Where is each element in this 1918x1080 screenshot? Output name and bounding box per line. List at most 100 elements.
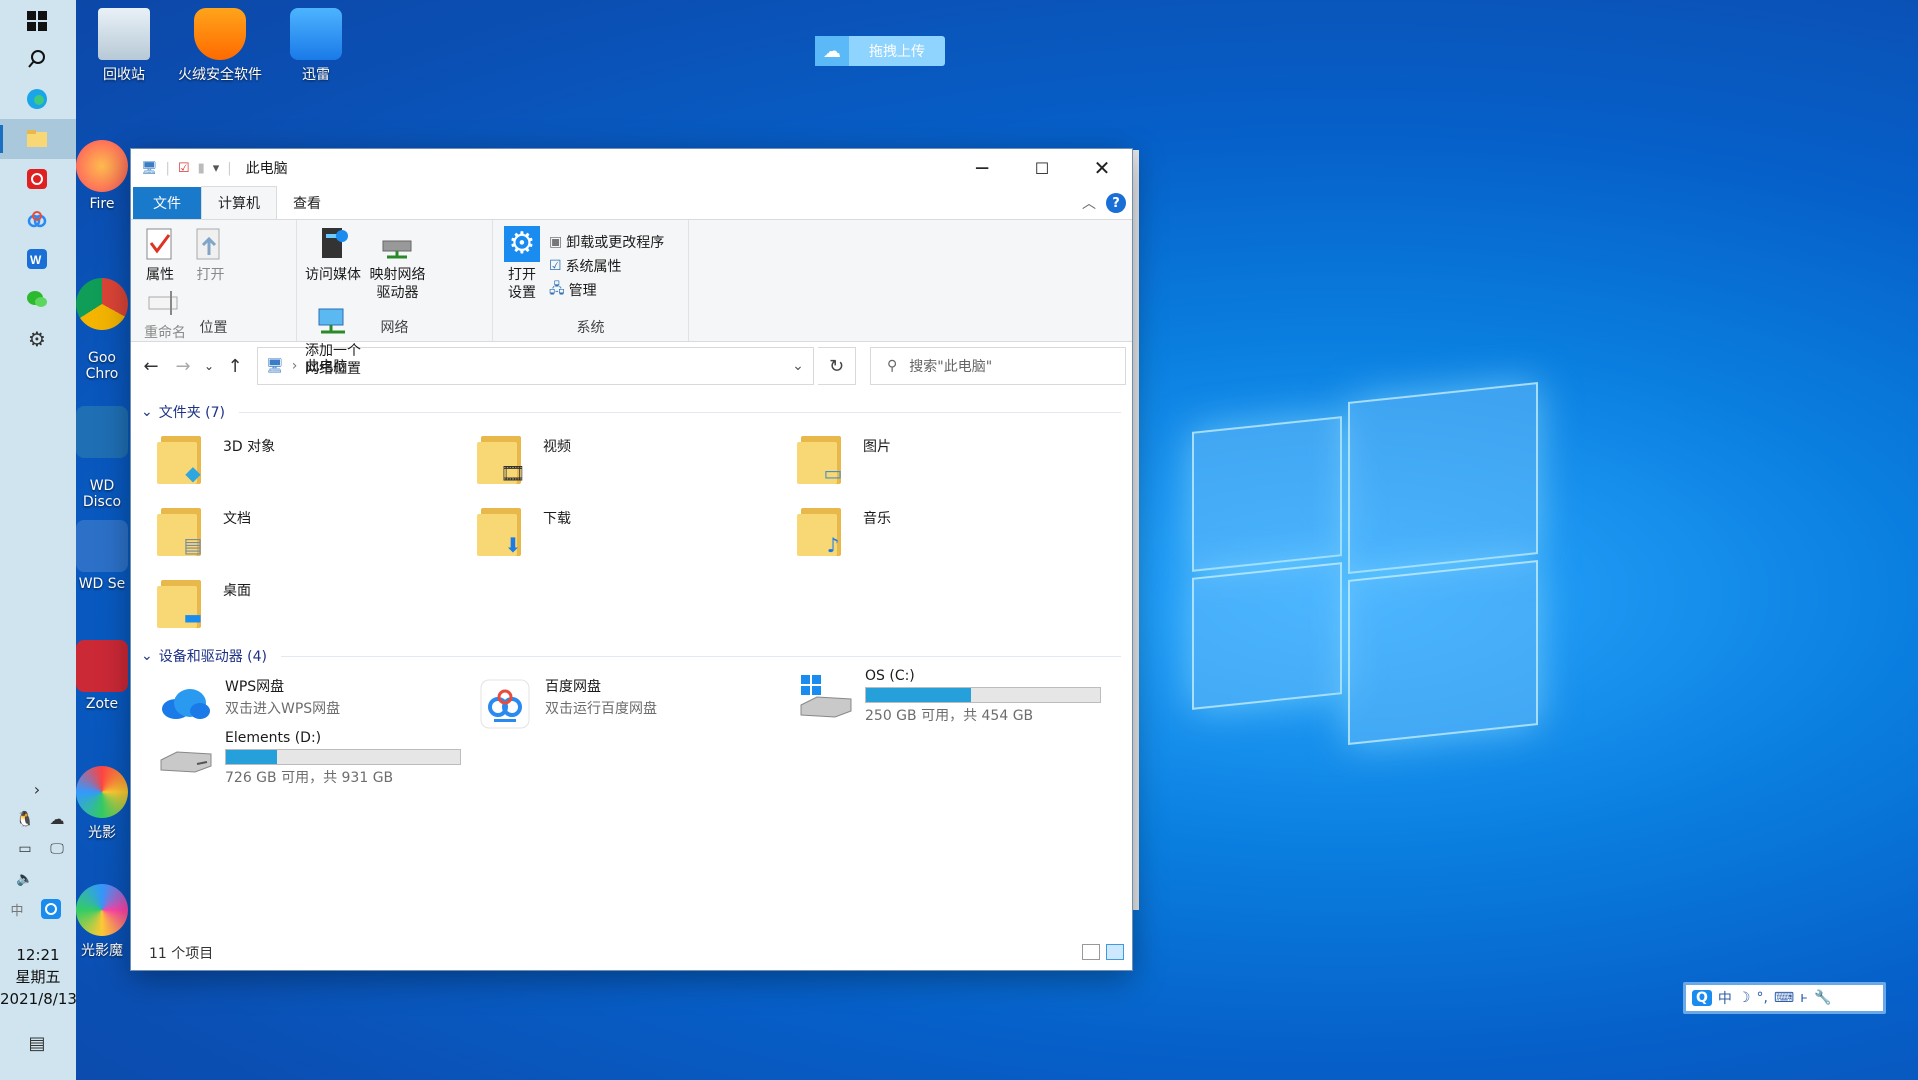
- folder-pictures[interactable]: ▭ 图片: [797, 432, 1097, 488]
- folder-desktop[interactable]: ▬ 桌面: [157, 576, 457, 632]
- folder-music[interactable]: ♪ 音乐: [797, 504, 1097, 560]
- clock[interactable]: 12:21 星期五 2021/8/13: [0, 944, 77, 1010]
- access-media-button[interactable]: 访问媒体: [303, 226, 363, 284]
- file-explorer-icon[interactable]: [22, 124, 52, 154]
- ime-logo-icon[interactable]: Q: [1692, 990, 1712, 1006]
- notification-icon[interactable]: ▤: [22, 1028, 52, 1058]
- qat-dropdown-icon[interactable]: ▾: [213, 161, 220, 176]
- wechat-icon[interactable]: [22, 284, 52, 314]
- netease-music-icon[interactable]: [22, 164, 52, 194]
- folder-name: 下载: [543, 511, 571, 527]
- wps-icon[interactable]: W: [22, 244, 52, 274]
- drive-baidu-netdisk[interactable]: 百度网盘 双击运行百度网盘: [477, 676, 777, 732]
- manage-button[interactable]: 🖧 管理: [549, 278, 664, 302]
- ime-moon-icon[interactable]: ☽: [1738, 990, 1751, 1006]
- computer-small-icon: 🖥: [266, 358, 284, 374]
- desktop-icon-label: WD Disco: [82, 478, 122, 510]
- battery-icon[interactable]: ▭: [10, 834, 40, 864]
- drive-wps-cloud[interactable]: WPS网盘 双击进入WPS网盘: [157, 676, 457, 732]
- desktop-icon-zotero[interactable]: Zote: [74, 640, 130, 712]
- folder-videos[interactable]: 🎞 视频: [477, 432, 777, 488]
- folders-section-header[interactable]: ⌄ 文件夹 (7): [141, 402, 1121, 422]
- folder-icon: ▬: [157, 576, 209, 632]
- drag-upload-label: 拖拽上传: [869, 44, 925, 60]
- desktop-icon-wd-discovery[interactable]: WD Disco: [74, 390, 130, 526]
- tab-file[interactable]: 文件: [133, 187, 201, 219]
- title-bar[interactable]: 🖥 | ☑ ▮ ▾ | 此电脑 ─ ☐ ✕: [131, 149, 1132, 187]
- tab-view[interactable]: 查看: [277, 187, 337, 219]
- desktop-icon-firefox[interactable]: Fire: [74, 140, 130, 212]
- desktop-icon-guangying[interactable]: 光影: [74, 766, 130, 842]
- ime-punctuation-icon[interactable]: °,: [1756, 990, 1767, 1006]
- minimize-button[interactable]: ─: [952, 149, 1012, 187]
- wps-cloud-icon: [157, 676, 213, 732]
- folder-name: 文档: [223, 511, 251, 527]
- desktop-icon-chrome[interactable]: Goo Chro: [74, 262, 130, 398]
- edge-icon[interactable]: [22, 84, 52, 114]
- add-network-location-button[interactable]: 添加一个 网络位置: [303, 302, 363, 378]
- ime-icon[interactable]: 中: [2, 894, 32, 924]
- folder-downloads[interactable]: ⬇ 下载: [477, 504, 777, 560]
- uninstall-program-button[interactable]: ▣ 卸载或更改程序: [549, 230, 664, 254]
- baidu-cloud-icon: ☁: [815, 36, 849, 66]
- wd-security-icon: [76, 520, 128, 572]
- folder-name: 图片: [863, 439, 891, 455]
- search-icon[interactable]: [22, 44, 52, 74]
- ime-mode-toggle[interactable]: 中: [1718, 988, 1732, 1008]
- desktop-icon-wd-security[interactable]: WD Se: [74, 520, 130, 592]
- up-button[interactable]: ↑: [221, 356, 249, 377]
- back-button[interactable]: ←: [137, 356, 165, 377]
- guangying-icon: [76, 766, 128, 818]
- ime-keyboard-icon[interactable]: ⌨: [1774, 990, 1794, 1006]
- qq-icon[interactable]: 🐧: [10, 804, 40, 834]
- ime-toolbar[interactable]: Q 中 ☽ °, ⌨ ⱶ 🔧: [1683, 982, 1886, 1014]
- ime-tools-icon[interactable]: ⱶ: [1800, 990, 1808, 1006]
- onedrive-icon[interactable]: ☁: [42, 804, 72, 834]
- desktop-icon-huorong[interactable]: 火绒安全软件: [170, 8, 270, 84]
- properties-icon: [142, 226, 178, 262]
- desktop-icon-xunlei[interactable]: 迅雷: [266, 8, 366, 84]
- forward-button[interactable]: →: [169, 356, 197, 377]
- folder-documents[interactable]: ▤ 文档: [157, 504, 457, 560]
- system-properties-button[interactable]: ☑ 系统属性: [549, 254, 664, 278]
- settings-icon[interactable]: ⚙: [22, 324, 52, 354]
- open-button[interactable]: 打开: [187, 226, 233, 284]
- properties-button[interactable]: 属性: [137, 226, 183, 284]
- map-network-drive-button[interactable]: 映射网络 驱动器: [367, 226, 427, 302]
- computer-icon[interactable]: 🖥: [141, 161, 158, 176]
- open-settings-label: 打开 设置: [508, 267, 536, 301]
- desktop-icon-guangying-mo[interactable]: 光影魔: [74, 884, 130, 960]
- ime-settings-icon[interactable]: 🔧: [1814, 990, 1831, 1006]
- refresh-button[interactable]: ↻: [818, 347, 856, 385]
- details-view-button[interactable]: [1082, 944, 1100, 960]
- folder-3d-objects[interactable]: ◆ 3D 对象: [157, 432, 457, 488]
- volume-icon[interactable]: 🔈: [10, 864, 40, 894]
- ribbon-group-network: 访问媒体 映射网络 驱动器 添加一个 网络位置 网络: [297, 220, 493, 377]
- ribbon-tabs: 文件 计算机 查看 ︿ ?: [131, 186, 1132, 219]
- drive-elements-d[interactable]: Elements (D:) 726 GB 可用，共 931 GB: [157, 730, 461, 787]
- folder-icon: ▭: [797, 432, 849, 488]
- chevron-up-icon[interactable]: ›: [22, 774, 52, 804]
- close-button[interactable]: ✕: [1072, 149, 1132, 187]
- new-folder-quick-icon[interactable]: ▮: [198, 161, 205, 176]
- address-dropdown-icon[interactable]: ⌄: [783, 358, 813, 374]
- access-media-label: 访问媒体: [305, 267, 361, 283]
- network-icon[interactable]: 🖵: [42, 834, 72, 864]
- search-box[interactable]: ⚲ 搜索"此电脑": [870, 347, 1126, 385]
- drag-upload-widget[interactable]: ☁ 拖拽上传: [815, 36, 945, 66]
- start-icon[interactable]: [22, 6, 52, 36]
- drives-section-header[interactable]: ⌄ 设备和驱动器 (4): [141, 646, 1121, 666]
- maximize-button[interactable]: ☐: [1012, 149, 1072, 187]
- desktop-icon-recycle-bin[interactable]: 回收站: [74, 8, 174, 84]
- drive-os-c[interactable]: OS (C:) 250 GB 可用，共 454 GB: [797, 668, 1101, 725]
- recent-locations-icon[interactable]: ⌄: [201, 359, 217, 373]
- help-icon[interactable]: ?: [1106, 193, 1126, 213]
- sogou-icon[interactable]: [36, 894, 66, 924]
- breadcrumb-separator-icon: ›: [291, 358, 298, 374]
- search-small-icon: ⚲: [887, 358, 898, 374]
- tab-computer[interactable]: 计算机: [201, 186, 277, 219]
- collapse-ribbon-icon[interactable]: ︿: [1082, 193, 1096, 213]
- baidu-netdisk-taskbar-icon[interactable]: [22, 204, 52, 234]
- properties-quick-icon[interactable]: ☑: [178, 161, 190, 176]
- large-icons-view-button[interactable]: [1106, 944, 1124, 960]
